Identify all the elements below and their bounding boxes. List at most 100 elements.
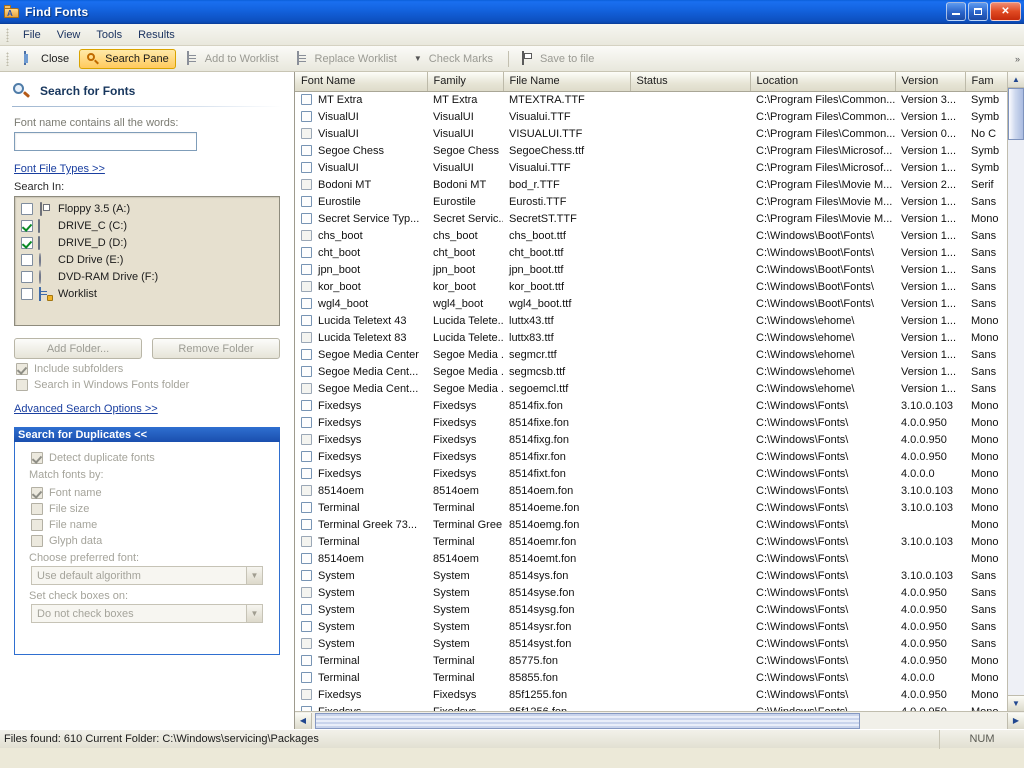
detect-duplicates-row[interactable]: Detect duplicate fonts bbox=[15, 448, 279, 464]
table-row[interactable]: jpn_boot jpn_boot jpn_boot.ttf C:\Windows\B… bbox=[295, 261, 1007, 278]
check-marks-button[interactable]: ▼ Check Marks bbox=[407, 49, 500, 69]
scroll-left-icon[interactable]: ◀ bbox=[295, 712, 312, 729]
table-row[interactable]: Terminal Terminal 8514oemr.fon C:\Windows\F… bbox=[295, 533, 1007, 550]
table-row[interactable]: Fixedsys Fixedsys 8514fix.fon C:\Windows\Fo… bbox=[295, 397, 1007, 414]
row-checkbox[interactable] bbox=[301, 94, 312, 105]
column-header-version[interactable]: Version bbox=[895, 72, 966, 92]
row-checkbox[interactable] bbox=[301, 536, 312, 547]
table-row[interactable]: System System 8514syse.fon C:\Windows\Fonts… bbox=[295, 584, 1007, 601]
drive-item-c[interactable]: DRIVE_C (C:) bbox=[21, 218, 279, 234]
add-to-worklist-button[interactable]: Add to Worklist bbox=[179, 49, 286, 69]
table-row[interactable]: FixedsysFixedsys85f1256.fonC:\Windows\Fo… bbox=[295, 703, 1007, 711]
table-row[interactable]: Segoe Media Cent... Segoe Media ... segoem… bbox=[295, 380, 1007, 397]
table-row[interactable]: Terminal Greek 73... Terminal Gree... 8514… bbox=[295, 516, 1007, 533]
scroll-right-icon[interactable]: ▶ bbox=[1007, 712, 1024, 729]
menu-item-results[interactable]: Results bbox=[130, 26, 183, 44]
row-checkbox[interactable] bbox=[301, 638, 312, 649]
row-checkbox[interactable] bbox=[301, 281, 312, 292]
row-checkbox[interactable] bbox=[301, 502, 312, 513]
drive-checkbox-floppy[interactable] bbox=[21, 203, 33, 215]
set-check-boxes-select[interactable]: Do not check boxes ▼ bbox=[31, 604, 263, 623]
table-row[interactable]: 8514oem 8514oem 8514oem.fon C:\Windows\Font… bbox=[295, 482, 1007, 499]
row-checkbox[interactable] bbox=[301, 400, 312, 411]
row-checkbox[interactable] bbox=[301, 111, 312, 122]
row-checkbox[interactable] bbox=[301, 247, 312, 258]
match-option-file-size-row[interactable]: File size bbox=[15, 499, 279, 515]
table-row[interactable]: Fixedsys Fixedsys 8514fixg.fon C:\Windows\F… bbox=[295, 431, 1007, 448]
column-header-font-name[interactable]: Font Name bbox=[295, 72, 428, 92]
drive-item-worklist[interactable]: Worklist bbox=[21, 286, 279, 302]
include-subfolders-checkbox[interactable] bbox=[16, 363, 28, 375]
table-row[interactable]: kor_boot kor_boot kor_boot.ttf C:\Windows\B… bbox=[295, 278, 1007, 295]
table-row[interactable]: System System 8514sysr.fon C:\Windows\Fonts… bbox=[295, 618, 1007, 635]
row-checkbox[interactable] bbox=[301, 485, 312, 496]
row-checkbox[interactable] bbox=[301, 298, 312, 309]
table-row[interactable]: wgl4_boot wgl4_boot wgl4_boot.ttf C:\Window… bbox=[295, 295, 1007, 312]
table-row[interactable]: System System 8514sys.fon C:\Windows\Fonts\… bbox=[295, 567, 1007, 584]
drive-item-d[interactable]: DRIVE_D (D:) bbox=[21, 235, 279, 251]
table-row[interactable]: Segoe Chess Segoe Chess SegoeChess.ttf C:\P… bbox=[295, 142, 1007, 159]
drive-item-f[interactable]: DVD-RAM Drive (F:) bbox=[21, 269, 279, 285]
horizontal-scroll-thumb[interactable] bbox=[315, 712, 860, 729]
table-row[interactable]: Fixedsys Fixedsys 8514fixr.fon C:\Windows\F… bbox=[295, 448, 1007, 465]
row-checkbox[interactable] bbox=[301, 213, 312, 224]
drive-checkbox-d[interactable] bbox=[21, 237, 33, 249]
row-checkbox[interactable] bbox=[301, 655, 312, 666]
search-pane-button[interactable]: Search Pane bbox=[79, 48, 176, 69]
remove-folder-button[interactable]: Remove Folder bbox=[152, 338, 280, 359]
drive-item-e[interactable]: CD Drive (E:) bbox=[21, 252, 279, 268]
row-checkbox[interactable] bbox=[301, 417, 312, 428]
column-header-location[interactable]: Location bbox=[750, 72, 896, 92]
row-checkbox[interactable] bbox=[301, 230, 312, 241]
search-in-drive-list[interactable]: Floppy 3.5 (A:) DRIVE_C (C:) DRIVE_D (D:… bbox=[14, 196, 280, 326]
match-option-glyph-data-row[interactable]: Glyph data bbox=[15, 531, 279, 547]
row-checkbox[interactable] bbox=[301, 196, 312, 207]
scroll-up-icon[interactable]: ▲ bbox=[1008, 72, 1024, 88]
table-row[interactable]: Bodoni MT Bodoni MT bod_r.TTF C:\Program Fi… bbox=[295, 176, 1007, 193]
drive-item-floppy[interactable]: Floppy 3.5 (A:) bbox=[21, 201, 279, 217]
vertical-scroll-track[interactable] bbox=[1008, 140, 1024, 695]
row-checkbox[interactable] bbox=[301, 145, 312, 156]
column-header-family[interactable]: Family bbox=[427, 72, 504, 92]
row-checkbox[interactable] bbox=[301, 383, 312, 394]
row-checkbox[interactable] bbox=[301, 570, 312, 581]
results-table-scroll[interactable]: Font Name Family File Name Status Locati… bbox=[295, 72, 1007, 711]
column-header-status[interactable]: Status bbox=[630, 72, 751, 92]
row-checkbox[interactable] bbox=[301, 689, 312, 700]
font-file-types-link[interactable]: Font File Types >> bbox=[0, 151, 294, 179]
drive-checkbox-worklist[interactable] bbox=[21, 288, 33, 300]
vertical-scrollbar[interactable]: ▲ ▼ bbox=[1007, 72, 1024, 711]
include-subfolders-row[interactable]: Include subfolders bbox=[0, 359, 294, 375]
toolbar-grip[interactable] bbox=[6, 51, 9, 66]
table-row[interactable]: VisualUI VisualUI VISUALUI.TTF C:\Program F… bbox=[295, 125, 1007, 142]
minimize-icon[interactable] bbox=[946, 2, 966, 21]
table-row[interactable]: Segoe Media Center Segoe Media ... segmcr.… bbox=[295, 346, 1007, 363]
table-row[interactable]: Terminal Terminal 8514oeme.fon C:\Windows\F… bbox=[295, 499, 1007, 516]
row-checkbox[interactable] bbox=[301, 366, 312, 377]
drive-checkbox-f[interactable] bbox=[21, 271, 33, 283]
match-glyph-data-checkbox[interactable] bbox=[31, 535, 43, 547]
table-row[interactable]: cht_boot cht_boot cht_boot.ttf C:\Windows\B… bbox=[295, 244, 1007, 261]
column-header-file-name[interactable]: File Name bbox=[503, 72, 631, 92]
maximize-icon[interactable] bbox=[968, 2, 988, 21]
match-option-file-name-row[interactable]: File name bbox=[15, 515, 279, 531]
vertical-scroll-thumb[interactable] bbox=[1008, 88, 1024, 140]
match-font-name-checkbox[interactable] bbox=[31, 487, 43, 499]
row-checkbox[interactable] bbox=[301, 349, 312, 360]
match-option-font-name-row[interactable]: Font name bbox=[15, 483, 279, 499]
menu-item-view[interactable]: View bbox=[49, 26, 89, 44]
row-checkbox[interactable] bbox=[301, 553, 312, 564]
row-checkbox[interactable] bbox=[301, 621, 312, 632]
close-button[interactable]: Close bbox=[15, 49, 76, 69]
row-checkbox[interactable] bbox=[301, 706, 312, 711]
table-row[interactable]: System System 8514sysg.fon C:\Windows\Fonts… bbox=[295, 601, 1007, 618]
add-folder-button[interactable]: Add Folder... bbox=[14, 338, 142, 359]
table-row[interactable]: Segoe Media Cent... Segoe Media ... segmcs… bbox=[295, 363, 1007, 380]
search-for-duplicates-header[interactable]: Search for Duplicates << bbox=[14, 427, 280, 442]
row-checkbox[interactable] bbox=[301, 672, 312, 683]
table-row[interactable]: chs_boot chs_boot chs_boot.ttf C:\Windows\B… bbox=[295, 227, 1007, 244]
chevron-down-icon[interactable]: ▼ bbox=[246, 567, 262, 584]
row-checkbox[interactable] bbox=[301, 604, 312, 615]
replace-worklist-button[interactable]: Replace Worklist bbox=[289, 49, 404, 69]
table-row[interactable]: Fixedsys Fixedsys 85f1255.fon C:\Windows\Fo… bbox=[295, 686, 1007, 703]
